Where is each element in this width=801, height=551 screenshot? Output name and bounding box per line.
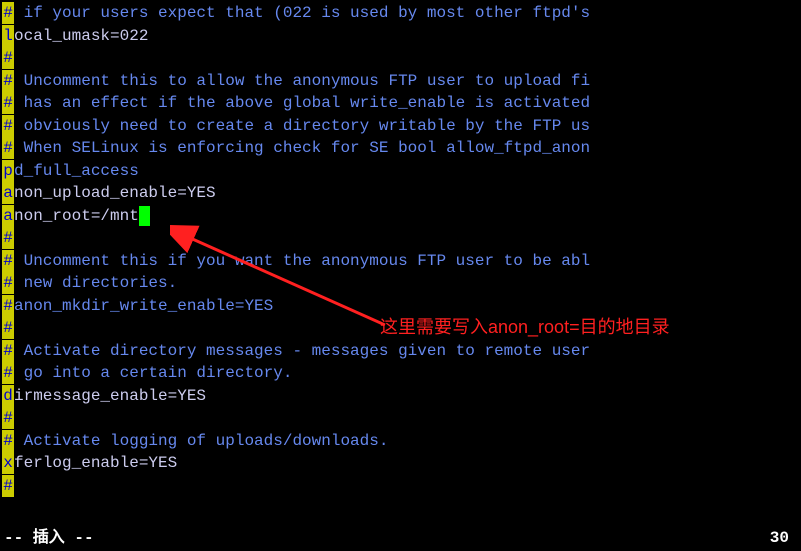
line-text: if your users expect that (022 is used b… <box>14 2 590 24</box>
line-text: ferlog_enable=YES <box>14 452 177 474</box>
line-text: non_upload_enable=YES <box>14 182 216 204</box>
gutter-char: # <box>2 340 14 362</box>
code-line: # obviously need to create a directory w… <box>2 115 801 138</box>
line-text: ocal_umask=022 <box>14 25 148 47</box>
code-line: dirmessage_enable=YES <box>2 385 801 408</box>
status-bar: -- 插入 -- 30 <box>4 527 797 549</box>
line-text: has an effect if the above global write_… <box>14 92 590 114</box>
code-line: # <box>2 317 801 340</box>
code-line: # <box>2 475 801 498</box>
line-text: d_full_access <box>14 160 139 182</box>
code-line: pd_full_access <box>2 160 801 183</box>
gutter-char: # <box>2 137 14 159</box>
gutter-char: # <box>2 430 14 452</box>
code-line: # When SELinux is enforcing check for SE… <box>2 137 801 160</box>
line-text: When SELinux is enforcing check for SE b… <box>14 137 590 159</box>
gutter-char: # <box>2 47 14 69</box>
line-text: Uncomment this to allow the anonymous FT… <box>14 70 590 92</box>
code-line: local_umask=022 <box>2 25 801 48</box>
gutter-char: x <box>2 452 14 474</box>
gutter-char: p <box>2 160 14 182</box>
gutter-char: # <box>2 115 14 137</box>
status-position: 30 <box>770 527 797 549</box>
code-line: # new directories. <box>2 272 801 295</box>
gutter-char: # <box>2 295 14 317</box>
code-line: # go into a certain directory. <box>2 362 801 385</box>
gutter-char: l <box>2 25 14 47</box>
line-text: non_root=/mnt <box>14 205 139 227</box>
text-cursor <box>139 206 150 226</box>
code-line: # <box>2 47 801 70</box>
line-text: obviously need to create a directory wri… <box>14 115 590 137</box>
gutter-char: a <box>2 205 14 227</box>
code-line: xferlog_enable=YES <box>2 452 801 475</box>
code-line: anon_upload_enable=YES <box>2 182 801 205</box>
gutter-char: a <box>2 182 14 204</box>
line-text: anon_mkdir_write_enable=YES <box>14 295 273 317</box>
gutter-char: # <box>2 407 14 429</box>
code-line: # if your users expect that (022 is used… <box>2 2 801 25</box>
line-text: new directories. <box>14 272 177 294</box>
gutter-char: # <box>2 475 14 497</box>
code-line: # Uncomment this to allow the anonymous … <box>2 70 801 93</box>
gutter-char: # <box>2 250 14 272</box>
line-text: Activate directory messages - messages g… <box>14 340 590 362</box>
gutter-char: # <box>2 92 14 114</box>
code-line: # has an effect if the above global writ… <box>2 92 801 115</box>
code-line: #anon_mkdir_write_enable=YES <box>2 295 801 318</box>
code-line: # <box>2 227 801 250</box>
gutter-char: # <box>2 2 14 24</box>
gutter-char: # <box>2 362 14 384</box>
code-line: # <box>2 407 801 430</box>
line-text: Uncomment this if you want the anonymous… <box>14 250 590 272</box>
code-line: # Activate logging of uploads/downloads. <box>2 430 801 453</box>
gutter-char: # <box>2 227 14 249</box>
line-text: irmessage_enable=YES <box>14 385 206 407</box>
gutter-char: # <box>2 272 14 294</box>
gutter-char: # <box>2 70 14 92</box>
line-text: go into a certain directory. <box>14 362 292 384</box>
editor-pane[interactable]: # if your users expect that (022 is used… <box>0 0 801 497</box>
code-line: anon_root=/mnt <box>2 205 801 228</box>
code-line: # Uncomment this if you want the anonymo… <box>2 250 801 273</box>
code-line: # Activate directory messages - messages… <box>2 340 801 363</box>
gutter-char: # <box>2 317 14 339</box>
gutter-char: d <box>2 385 14 407</box>
line-text: Activate logging of uploads/downloads. <box>14 430 388 452</box>
status-mode: -- 插入 -- <box>4 527 94 549</box>
